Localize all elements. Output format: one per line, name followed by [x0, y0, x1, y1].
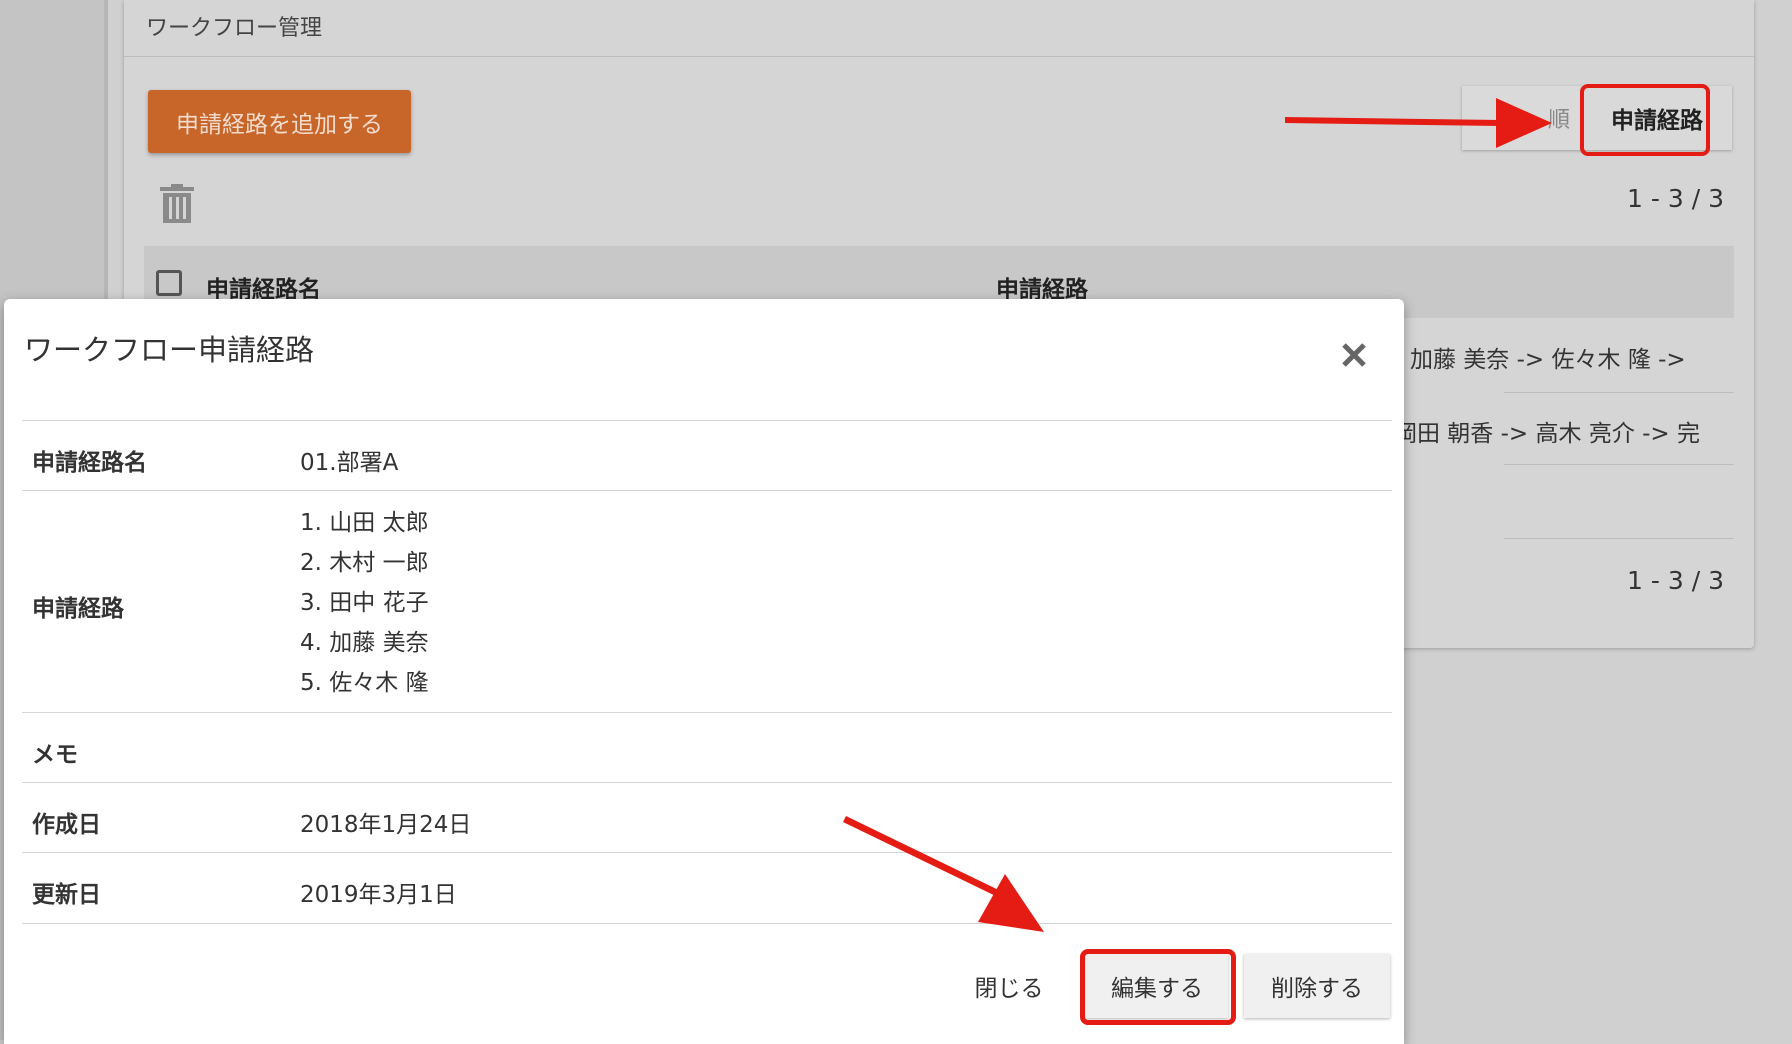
arrow-to-edit-button [843, 816, 1044, 932]
annotation-arrows [843, 98, 1552, 932]
arrow-to-route-tab [1285, 98, 1552, 148]
